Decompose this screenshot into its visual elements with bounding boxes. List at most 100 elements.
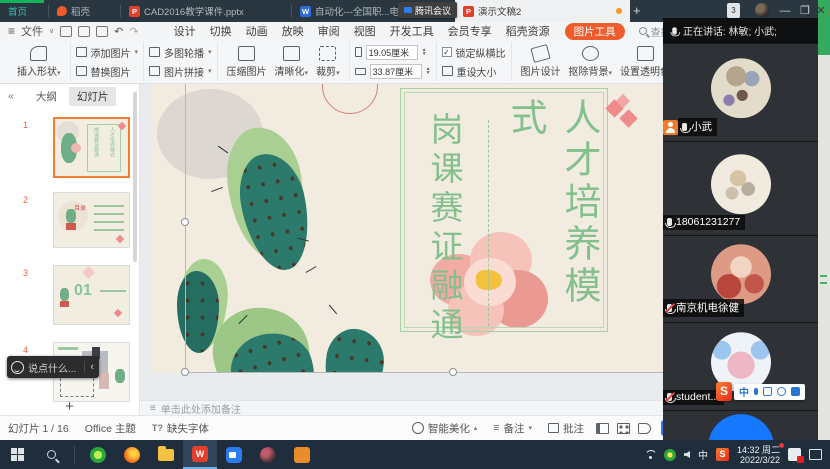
- theme-name[interactable]: Office 主题: [85, 421, 136, 436]
- slide-title-main[interactable]: 人才培养模式: [498, 98, 606, 348]
- selection-border-bottom[interactable]: [185, 372, 663, 373]
- slides-tab[interactable]: 幻灯片: [69, 87, 117, 106]
- stitch-button[interactable]: 图片拼接▾: [149, 64, 212, 79]
- crop-button[interactable]: 裁剪▾: [312, 46, 344, 78]
- height-input[interactable]: 19.05厘米: [366, 45, 418, 60]
- taskbar-app-wps[interactable]: W: [183, 440, 217, 469]
- notes-placeholder[interactable]: 单击此处添加备注: [161, 401, 241, 416]
- participant-tile[interactable]: 小武: [663, 44, 818, 141]
- ime-toolbox-icon[interactable]: [791, 387, 800, 396]
- emoji-icon[interactable]: [11, 361, 24, 374]
- slide-title-sub[interactable]: 岗课赛证融通: [420, 112, 468, 352]
- ime-skin-icon[interactable]: [777, 387, 786, 396]
- tab-docer[interactable]: 稻壳: [49, 0, 119, 22]
- taskbar-app-orange[interactable]: [285, 440, 319, 469]
- sogou-logo-icon[interactable]: S: [716, 382, 732, 401]
- collapse-chat-icon[interactable]: ‹: [84, 361, 99, 373]
- ime-lang-icon[interactable]: 中: [739, 384, 749, 399]
- comments-button[interactable]: 批注: [548, 421, 584, 436]
- selection-border-left[interactable]: [185, 84, 186, 373]
- add-picture-button[interactable]: 添加图片▾: [76, 45, 139, 60]
- tray-antivirus-icon[interactable]: [664, 449, 676, 461]
- chat-input-placeholder[interactable]: 说点什么...: [28, 360, 76, 375]
- menu-design[interactable]: 设计: [174, 23, 196, 39]
- picture-design-button[interactable]: 图片设计: [517, 46, 565, 78]
- save-icon[interactable]: [60, 26, 72, 37]
- clarify-button[interactable]: 清晰化▾: [271, 46, 313, 78]
- thumbnails-scrollbar[interactable]: [133, 92, 137, 262]
- width-input[interactable]: 33.87厘米: [370, 64, 422, 79]
- width-spinner[interactable]: ▲▼: [426, 67, 431, 75]
- slide-sorter-button[interactable]: [617, 423, 630, 434]
- reset-size-button[interactable]: 重设大小: [442, 64, 506, 79]
- ime-tray[interactable]: 中: [734, 384, 805, 400]
- selection-handle-bottom[interactable]: [449, 368, 457, 376]
- action-center-icon[interactable]: [809, 449, 822, 460]
- menu-animation[interactable]: 动画: [246, 23, 268, 39]
- sogou-tray-icon[interactable]: S: [716, 448, 729, 461]
- preview-icon[interactable]: [96, 26, 108, 37]
- ime-keyboard-icon[interactable]: [763, 387, 772, 396]
- tray-lang-indicator[interactable]: 中: [698, 447, 708, 462]
- ime-toolbar[interactable]: S 中: [716, 382, 805, 401]
- slide-thumbnail-3[interactable]: 01: [53, 265, 130, 325]
- outline-tab[interactable]: 大纲: [36, 89, 57, 104]
- selection-handle-bottomleft[interactable]: [181, 368, 189, 376]
- volume-icon[interactable]: [684, 451, 690, 458]
- undo-icon[interactable]: ↶: [114, 25, 123, 38]
- taskbar-app-unknown[interactable]: [251, 440, 285, 469]
- menu-docer-res[interactable]: 稻壳资源: [506, 23, 550, 39]
- reading-view-button[interactable]: [638, 423, 651, 434]
- replace-picture-button[interactable]: 替换图片: [76, 64, 139, 79]
- tray-document-badge-icon[interactable]: [788, 448, 801, 461]
- menu-devtools[interactable]: 开发工具: [390, 23, 434, 39]
- taskbar-search-button[interactable]: [34, 440, 68, 469]
- menu-member[interactable]: 会员专享: [448, 23, 492, 39]
- remove-background-button[interactable]: 抠除背景▾: [565, 46, 617, 78]
- file-menu[interactable]: 文件: [21, 23, 43, 39]
- tab-home[interactable]: 首页: [0, 0, 48, 22]
- notes-toggle-button[interactable]: ≡备注▾: [493, 421, 532, 436]
- tencent-meeting-floating-label[interactable]: 腾讯会议: [398, 2, 457, 18]
- editing-canvas[interactable]: 人才培养模式 岗课赛证融通: [140, 84, 663, 400]
- participant-tile[interactable]: 建佳: [663, 411, 818, 440]
- hamburger-icon[interactable]: ≡: [8, 24, 15, 38]
- missing-font-warning[interactable]: T?缺失字体: [152, 421, 209, 436]
- add-slide-button[interactable]: +: [0, 398, 139, 415]
- menu-slideshow[interactable]: 放映: [282, 23, 304, 39]
- menu-review[interactable]: 审阅: [318, 23, 340, 39]
- slide-thumbnail-2[interactable]: 目录: [53, 192, 130, 248]
- smart-beautify-button[interactable]: 智能美化▴: [412, 421, 478, 436]
- notes-bar[interactable]: ≡ 单击此处添加备注: [140, 400, 663, 415]
- insert-shape-button[interactable]: 插入形状▾: [13, 46, 65, 78]
- participant-tile[interactable]: 南京机电徐健: [663, 236, 818, 322]
- taskbar-app-360[interactable]: [81, 440, 115, 469]
- lock-ratio-checkbox[interactable]: ✓锁定纵横比: [442, 45, 506, 60]
- taskbar-app-firefox[interactable]: [115, 440, 149, 469]
- taskbar-app-meeting[interactable]: [217, 440, 251, 469]
- tab-active-presentation[interactable]: P演示文稿2: [455, 0, 630, 22]
- start-button[interactable]: [0, 440, 34, 469]
- account-avatar[interactable]: [755, 3, 769, 17]
- print-icon[interactable]: [78, 26, 90, 37]
- tab-doc-writer[interactable]: W自动化---全国职...电: [292, 0, 398, 22]
- normal-view-button[interactable]: [596, 423, 609, 434]
- new-tab-button[interactable]: +: [633, 3, 641, 18]
- participant-tile[interactable]: 18061231277: [663, 142, 818, 235]
- slide-thumbnail-1[interactable]: 岗课赛证融通 人才培养模式: [53, 117, 130, 178]
- carousel-button[interactable]: 多图轮播▾: [149, 45, 212, 60]
- menu-view[interactable]: 视图: [354, 23, 376, 39]
- collapse-panel-button[interactable]: «: [8, 90, 14, 102]
- slide-canvas[interactable]: 人才培养模式 岗课赛证融通: [152, 84, 663, 373]
- menu-transition[interactable]: 切换: [210, 23, 232, 39]
- close-button[interactable]: ✕: [812, 2, 830, 20]
- picture-tools-context-tab[interactable]: 图片工具: [565, 23, 625, 40]
- tab-doc-cad[interactable]: PCAD2016教学课件.pptx: [121, 0, 291, 22]
- taskbar-app-explorer[interactable]: [149, 440, 183, 469]
- compress-picture-button[interactable]: 压缩图片: [223, 46, 271, 78]
- ime-mic-icon[interactable]: [754, 388, 758, 395]
- taskbar-clock[interactable]: 14:32 周二2022/3/22: [737, 445, 780, 465]
- height-spinner[interactable]: ▲▼: [422, 48, 427, 56]
- redo-icon[interactable]: ↷: [129, 25, 138, 38]
- selection-handle-left[interactable]: [181, 218, 189, 226]
